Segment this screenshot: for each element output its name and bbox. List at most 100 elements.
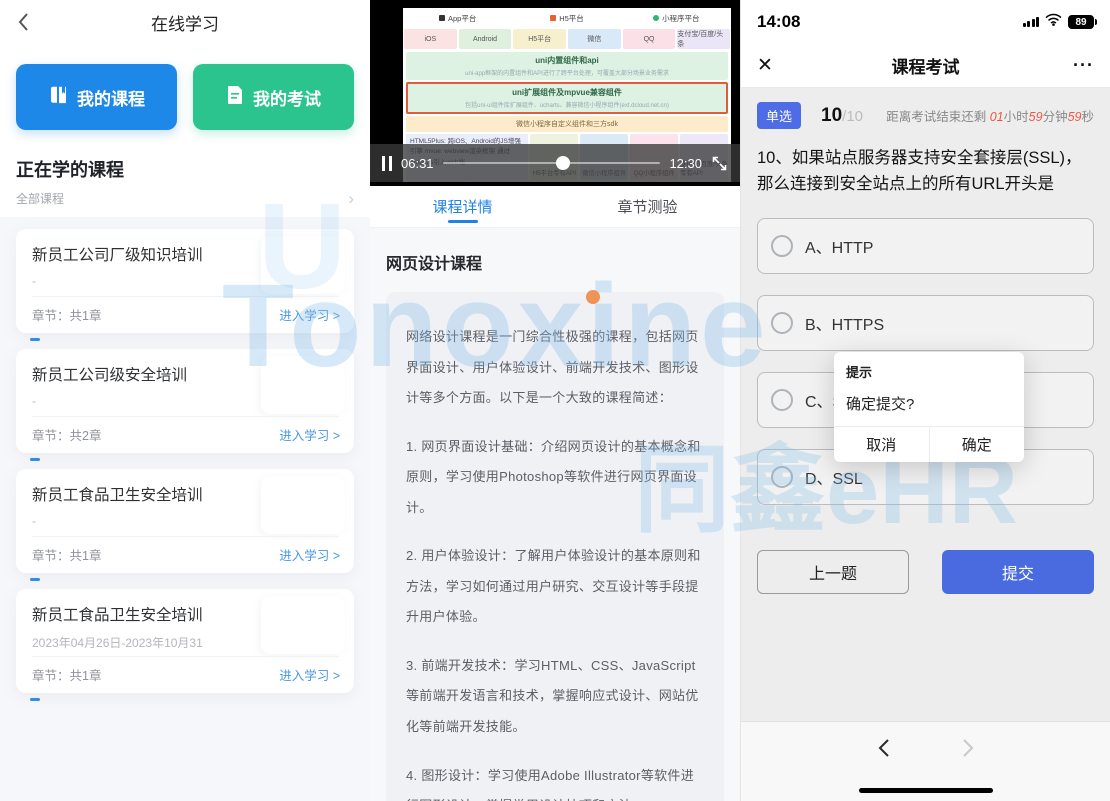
course-card-wrap: 新员工食品卫生安全培训 - 章节：共1章 进入学习 > (16, 469, 354, 581)
radio-icon[interactable] (771, 466, 793, 488)
wifi-icon (1045, 13, 1062, 31)
question-index: 10 (821, 105, 842, 126)
dialog-message: 确定提交? (834, 383, 1024, 426)
more-icon[interactable]: ··· (1073, 55, 1094, 76)
page-title: 在线学习 (151, 10, 219, 35)
course-paragraph: 1. 网页界面设计基础：介绍网页设计的基本概念和原则，学习使用Photoshop… (406, 432, 704, 524)
close-icon[interactable]: ✕ (757, 54, 773, 77)
home-indicator[interactable] (859, 788, 993, 793)
course-thumbnail (261, 236, 345, 294)
pause-icon[interactable] (382, 156, 392, 171)
exam-actions: 上一题 提交 (741, 526, 1110, 594)
detail-tabs: 课程详情 章节测验 (370, 186, 740, 228)
document-icon (226, 85, 244, 110)
radio-icon[interactable] (771, 389, 793, 411)
slide-band-sub: 包括uni-ui组件库扩展组件、ucharts、兼容微信小程序组件(ext.dc… (410, 100, 724, 109)
course-card[interactable]: 新员工公司级安全培训 - 章节：共2章 进入学习 > (16, 349, 354, 453)
tab-chapter-quiz[interactable]: 章节测验 (555, 186, 740, 227)
status-bar: 14:08 89 (741, 0, 1110, 44)
section-header: 正在学的课程 全部课程 › (0, 130, 370, 207)
progress-bar (30, 698, 40, 701)
progress-bar (30, 338, 40, 341)
course-chapters: 章节：共1章 (32, 665, 101, 684)
slide-text: 小程序平台 (662, 13, 700, 24)
course-thumbnail (261, 596, 345, 654)
enter-study-link[interactable]: 进入学习 > (279, 545, 340, 564)
course-card-wrap: 新员工公司级安全培训 - 章节：共2章 进入学习 > (16, 349, 354, 461)
progress-bar (30, 458, 40, 461)
dialog-cancel-button[interactable]: 取消 (834, 427, 930, 462)
chevron-right-icon[interactable]: › (348, 190, 354, 207)
my-exams-button[interactable]: 我的考试 (193, 64, 354, 130)
screen: 在线学习 我的课程 我的考试 正在学的课程 (0, 0, 1110, 801)
slide-cell: 支付宝/百度/头条 (677, 29, 730, 49)
question-progress: 10/10 (821, 105, 863, 127)
course-thumbnail (261, 356, 345, 414)
course-chapters: 章节：共1章 (32, 545, 101, 564)
progress-bar (30, 578, 40, 581)
question-meta: 单选 10/10 距离考试结束还剩 01小时59分钟59秒 (741, 88, 1110, 129)
slide-cell: QQ (623, 29, 676, 49)
course-card[interactable]: 新员工食品卫生安全培训 - 章节：共1章 进入学习 > (16, 469, 354, 573)
app-platform-icon (439, 15, 445, 21)
battery-icon: 89 (1068, 15, 1094, 29)
slide-band-sub: uni-app框架的内置组件和API进行了跨平台处理，可覆盖大部分场景业务需求 (408, 68, 726, 77)
course-chapters: 章节：共2章 (32, 425, 101, 444)
section-title: 正在学的课程 (16, 156, 354, 182)
course-paragraph: 2. 用户体验设计：了解用户体验设计的基本原则和方法，学习如何通过用户研究、交互… (406, 541, 704, 633)
my-courses-button[interactable]: 我的课程 (16, 64, 177, 130)
radio-icon[interactable] (771, 312, 793, 334)
radio-icon[interactable] (771, 235, 793, 257)
question-text: 10、如果站点服务器支持安全套接层(SSL)，那么连接到安全站点上的所有URL开… (741, 129, 1110, 198)
video-progress-track[interactable] (443, 162, 661, 164)
course-card[interactable]: 新员工公司厂级知识培训 - 章节：共1章 进入学习 > (16, 229, 354, 333)
all-courses-link[interactable]: 全部课程 (16, 190, 64, 207)
enter-study-link[interactable]: 进入学习 > (279, 425, 340, 444)
back-icon[interactable] (14, 11, 34, 38)
course-card-wrap: 新员工公司厂级知识培训 - 章节：共1章 进入学习 > (16, 229, 354, 341)
my-courses-label: 我的课程 (77, 85, 145, 110)
enter-study-link[interactable]: 进入学习 > (279, 665, 340, 684)
left-header: 在线学习 (0, 0, 370, 44)
course-exam-page: 14:08 89 ✕ 课程考试 ··· 单选 10/10 距离考试结束还剩 01… (740, 0, 1110, 801)
course-chapters: 章节：共1章 (32, 305, 101, 324)
book-icon (48, 85, 68, 110)
exam-nav-bar: ✕ 课程考试 ··· (741, 44, 1110, 88)
video-duration: 12:30 (669, 156, 702, 171)
slide-cell: iOS (404, 29, 457, 49)
dialog-confirm-button[interactable]: 确定 (930, 427, 1025, 462)
video-progress-knob[interactable] (556, 156, 570, 170)
option-label: D、SSL (805, 465, 863, 489)
course-paragraph: 4. 图形设计：学习使用Adobe Illustrator等软件进行图形设计，掌… (406, 761, 704, 801)
exam-timer: 距离考试结束还剩 01小时59分钟59秒 (886, 106, 1094, 125)
option-label: B、HTTPS (805, 311, 884, 335)
question-type-badge: 单选 (757, 102, 801, 129)
course-card-wrap: 新员工食品卫生安全培训 2023年04月26日-2023年10月31 章节：共1… (16, 589, 354, 701)
miniapp-platform-icon (653, 15, 659, 21)
video-player[interactable]: App平台 H5平台 小程序平台 iOS Android H5平台 微信 QQ … (370, 0, 740, 186)
tab-course-detail[interactable]: 课程详情 (370, 186, 555, 227)
option-b[interactable]: B、HTTPS (757, 295, 1094, 351)
slide-text: App平台 (448, 13, 476, 24)
previous-question-button[interactable]: 上一题 (757, 550, 909, 594)
course-paragraph: 3. 前端开发技术：学习HTML、CSS、JavaScript等前端开发语言和技… (406, 651, 704, 743)
nav-forward-icon[interactable] (956, 736, 978, 760)
exam-title: 课程考试 (892, 53, 960, 78)
enter-study-link[interactable]: 进入学习 > (279, 305, 340, 324)
course-paragraph: 网络设计课程是一门综合性极强的课程，包括网页界面设计、用户体验设计、前端开发技术… (406, 322, 704, 414)
option-a[interactable]: A、HTTP (757, 218, 1094, 274)
divider (32, 656, 338, 657)
course-detail-page: App平台 H5平台 小程序平台 iOS Android H5平台 微信 QQ … (370, 0, 740, 801)
nav-back-icon[interactable] (874, 736, 896, 760)
course-description-box: 网络设计课程是一门综合性极强的课程，包括网页界面设计、用户体验设计、前端开发技术… (386, 292, 724, 801)
slide-band-title: 微信小程序自定义组件和三方sdk (408, 119, 726, 129)
slide-cell: Android (459, 29, 512, 49)
course-thumbnail (261, 476, 345, 534)
course-card[interactable]: 新员工食品卫生安全培训 2023年04月26日-2023年10月31 章节：共1… (16, 589, 354, 693)
option-label: A、HTTP (805, 234, 873, 258)
submit-button[interactable]: 提交 (942, 550, 1094, 594)
browser-bottom-bar (741, 721, 1110, 801)
course-detail-content: 网页设计课程 网络设计课程是一门综合性极强的课程，包括网页界面设计、用户体验设计… (370, 228, 740, 801)
fullscreen-icon[interactable] (711, 155, 728, 172)
course-list: 新员工公司厂级知识培训 - 章节：共1章 进入学习 > 新员工公司级安全培训 - (0, 217, 370, 801)
